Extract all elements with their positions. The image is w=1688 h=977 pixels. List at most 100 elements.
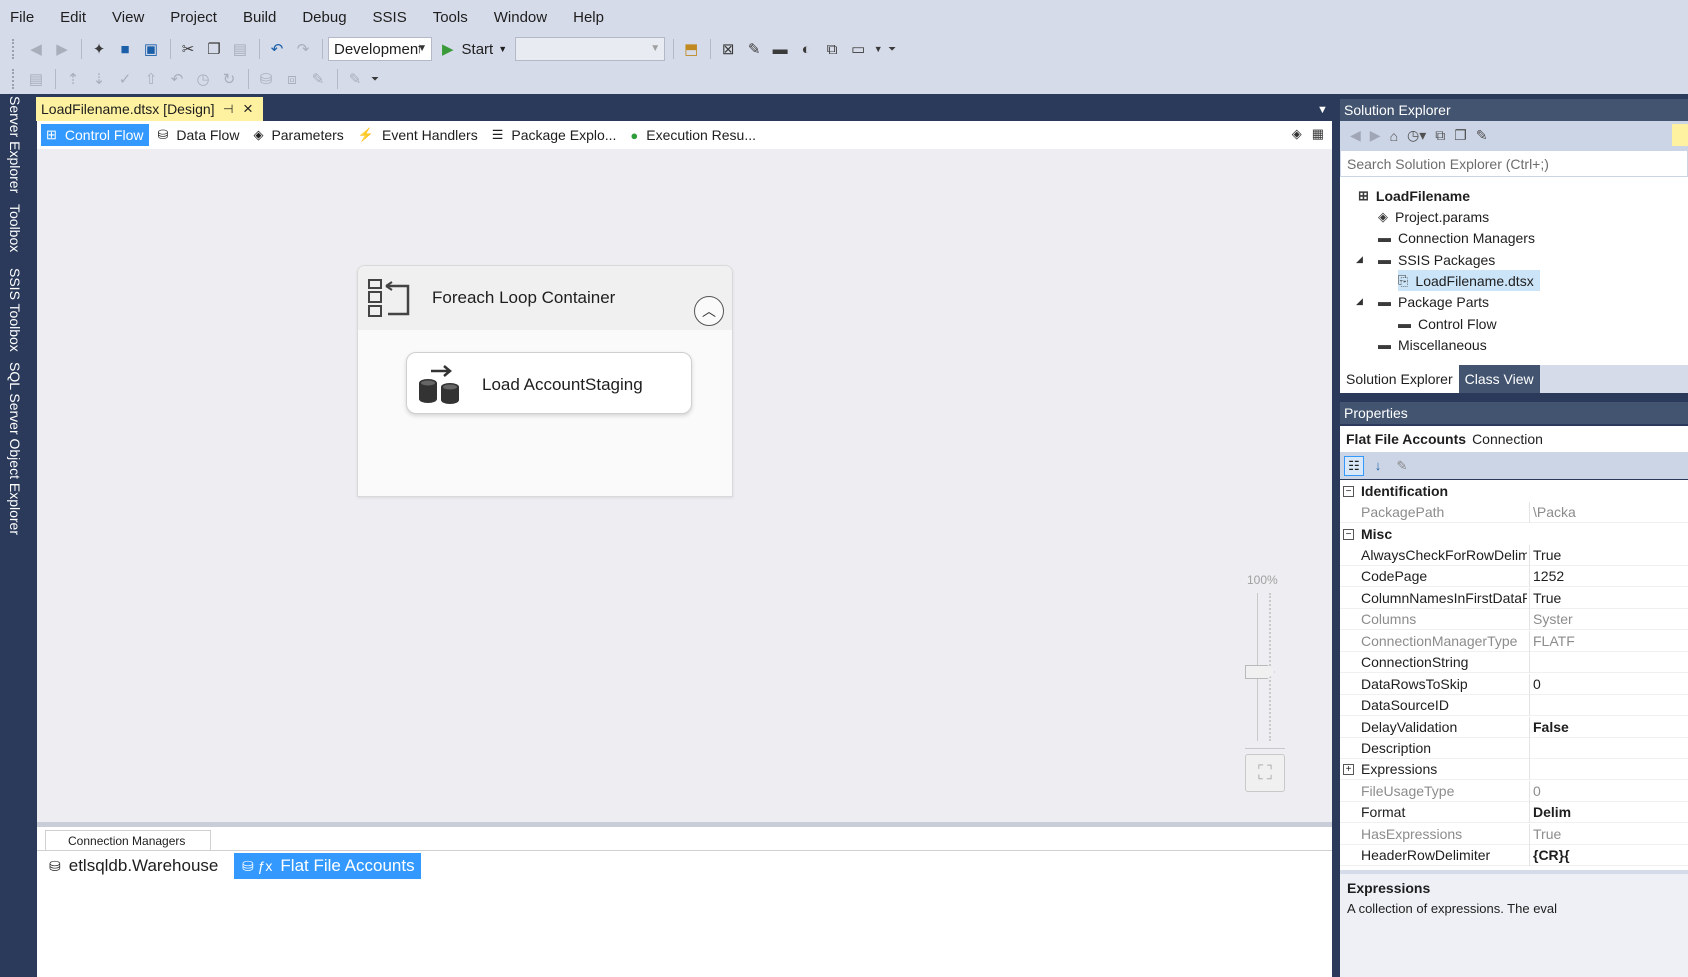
expand-arrow-icon[interactable]: ◢ — [1356, 254, 1363, 265]
tree-node-package-parts[interactable]: ◢ ▬ Package Parts — [1356, 291, 1489, 312]
home-icon[interactable]: ⌂ — [1390, 128, 1398, 144]
refresh-icon[interactable]: ↻ — [217, 68, 241, 90]
back-icon[interactable]: ◀ — [24, 38, 48, 60]
toolbar-overflow-icon[interactable]: ⏷ — [886, 38, 898, 60]
menu-project[interactable]: Project — [170, 9, 217, 26]
settings-wrench-icon[interactable]: ✎ — [306, 68, 330, 90]
tree-node-control-flow[interactable]: ▬ Control Flow — [1398, 313, 1497, 334]
grid-view-icon[interactable]: ▦ — [1312, 126, 1324, 142]
expand-arrow-icon[interactable]: ◢ — [1356, 296, 1363, 307]
document-tab[interactable]: LoadFilename.dtsx [Design] ⊣ × — [36, 97, 263, 121]
tree-node-connection-managers[interactable]: ▬ Connection Managers — [1378, 227, 1535, 248]
container-header[interactable]: Foreach Loop Container ︿ — [358, 266, 732, 330]
send-back-icon[interactable]: ⇣ — [87, 68, 111, 90]
property-row[interactable]: HasExpressions True — [1340, 824, 1688, 845]
ssis-toolbox-tab[interactable]: SSIS Toolbox — [7, 268, 23, 352]
property-row[interactable]: AlwaysCheckForRowDelimi True — [1340, 545, 1688, 566]
toolbar-overflow-icon[interactable]: ⏷ — [369, 68, 381, 90]
collapse-button[interactable]: ︿ — [694, 296, 724, 326]
menu-window[interactable]: Window — [494, 9, 547, 26]
toolbar-grip[interactable] — [12, 69, 16, 89]
cut-icon[interactable]: ✂ — [176, 38, 200, 60]
zoom-to-fit-button[interactable]: ⛶ — [1245, 754, 1285, 792]
property-row[interactable]: ConnectionString — [1340, 652, 1688, 673]
solution-explorer-header[interactable]: Solution Explorer — [1340, 99, 1688, 121]
tree-node-ssis-packages[interactable]: ◢ ▬ SSIS Packages — [1356, 249, 1495, 270]
property-row[interactable]: HeaderRowDelimiter {CR}{ — [1340, 845, 1688, 866]
package-parts-icon[interactable]: ◈ — [1292, 126, 1302, 142]
menu-debug[interactable]: Debug — [302, 9, 346, 26]
server-explorer-tab[interactable]: Server Explorer — [7, 96, 23, 193]
alphabetical-icon[interactable]: ↓ — [1368, 456, 1388, 476]
tab-parameters[interactable]: ◈ Parameters — [248, 124, 348, 146]
upload-icon[interactable]: ⇧ — [139, 68, 163, 90]
properties-wrench-icon[interactable]: ✎ — [742, 38, 766, 60]
property-row[interactable]: CodePage 1252 — [1340, 566, 1688, 587]
tab-data-flow[interactable]: ⛁ Data Flow — [153, 124, 245, 146]
copy-icon[interactable]: ❐ — [202, 38, 226, 60]
close-icon[interactable]: × — [243, 99, 253, 119]
forward-icon[interactable]: ▶ — [50, 38, 74, 60]
connection-manager-item[interactable]: ⛁ ƒx Flat File Accounts — [234, 853, 421, 879]
data-flow-task[interactable]: Load AccountStaging — [406, 352, 692, 414]
category-identification[interactable]: − Identification — [1340, 481, 1688, 502]
property-row[interactable]: Columns Syster — [1340, 609, 1688, 630]
database-icon[interactable]: ⛁ — [254, 68, 278, 90]
back-icon[interactable]: ◀ — [1350, 127, 1361, 144]
tab-solution-explorer[interactable]: Solution Explorer — [1340, 365, 1459, 393]
categorized-icon[interactable]: ☷ — [1344, 455, 1364, 476]
ssis-import-icon[interactable]: ⊠ — [716, 38, 740, 60]
property-row[interactable]: DataRowsToSkip 0 — [1340, 674, 1688, 695]
sql-server-object-explorer-tab[interactable]: SQL Server Object Explorer — [7, 362, 23, 535]
pin-icon[interactable] — [1672, 124, 1688, 146]
window-layout-icon[interactable]: ▭ — [846, 38, 870, 60]
tab-package-explorer[interactable]: ☰ Package Explo... — [487, 124, 622, 146]
property-pages-icon[interactable]: ✎ — [1392, 456, 1412, 476]
collapse-icon[interactable]: − — [1343, 529, 1354, 540]
start-button[interactable]: ▶ Start ▼ — [442, 40, 507, 59]
collapse-all-icon[interactable]: ⧉ — [1435, 127, 1445, 144]
properties-wrench-icon[interactable]: ✎ — [1476, 127, 1488, 144]
bring-front-icon[interactable]: ⇡ — [61, 68, 85, 90]
property-row[interactable]: Format Delim — [1340, 802, 1688, 823]
menu-build[interactable]: Build — [243, 9, 276, 26]
new-project-icon[interactable]: ✦ — [87, 38, 111, 60]
undo-icon[interactable]: ↶ — [265, 38, 289, 60]
menu-file[interactable]: File — [10, 9, 34, 26]
align-icon[interactable]: ▤ — [24, 68, 48, 90]
variables-icon[interactable]: ⧉ — [820, 38, 844, 60]
toolbar-grip[interactable] — [12, 39, 16, 59]
menu-edit[interactable]: Edit — [60, 9, 86, 26]
property-row[interactable]: PackagePath \Packa — [1340, 502, 1688, 523]
property-row[interactable]: DataSourceID — [1340, 695, 1688, 716]
find-in-files-icon[interactable]: ⬒ — [679, 38, 703, 60]
property-row[interactable]: + Expressions — [1340, 759, 1688, 780]
menu-tools[interactable]: Tools — [433, 9, 468, 26]
toolbox-tab[interactable]: Toolbox — [7, 204, 23, 252]
save-all-icon[interactable]: ▣ — [139, 38, 163, 60]
tab-class-view[interactable]: Class View — [1458, 365, 1540, 393]
pin-icon[interactable]: ⊣ — [223, 102, 233, 116]
property-row[interactable]: ColumnNamesInFirstDataRc True — [1340, 588, 1688, 609]
properties-object-selector[interactable]: Flat File Accounts Connection — [1340, 426, 1688, 452]
paste-icon[interactable]: ▤ — [228, 38, 252, 60]
property-row[interactable]: ConnectionManagerType FLATF — [1340, 631, 1688, 652]
menu-view[interactable]: View — [112, 9, 144, 26]
properties-header[interactable]: Properties — [1340, 402, 1688, 424]
menu-ssis[interactable]: SSIS — [373, 9, 407, 26]
document-list-dropdown-icon[interactable]: ▼ — [1317, 104, 1328, 116]
tab-execution-results[interactable]: ● Execution Resu... — [625, 124, 761, 146]
expand-icon[interactable]: + — [1343, 764, 1354, 775]
show-all-files-icon[interactable]: ❐ — [1454, 127, 1467, 144]
forward-icon[interactable]: ▶ — [1370, 127, 1381, 144]
undo-history-icon[interactable]: ↶ — [165, 68, 189, 90]
property-row[interactable]: DelayValidation False — [1340, 717, 1688, 738]
pending-changes-icon[interactable]: ◷▾ — [1407, 127, 1426, 144]
solution-platform-dropdown[interactable]: ▼ — [515, 37, 666, 61]
tab-event-handlers[interactable]: ⚡ Event Handlers — [353, 124, 483, 146]
toolbox-icon[interactable]: ▬ — [768, 38, 792, 60]
property-row[interactable]: FileUsageType 0 — [1340, 781, 1688, 802]
extensions-icon[interactable]: ◐ — [794, 38, 818, 60]
redo-icon[interactable]: ↷ — [291, 38, 315, 60]
category-misc[interactable]: − Misc — [1340, 524, 1688, 545]
